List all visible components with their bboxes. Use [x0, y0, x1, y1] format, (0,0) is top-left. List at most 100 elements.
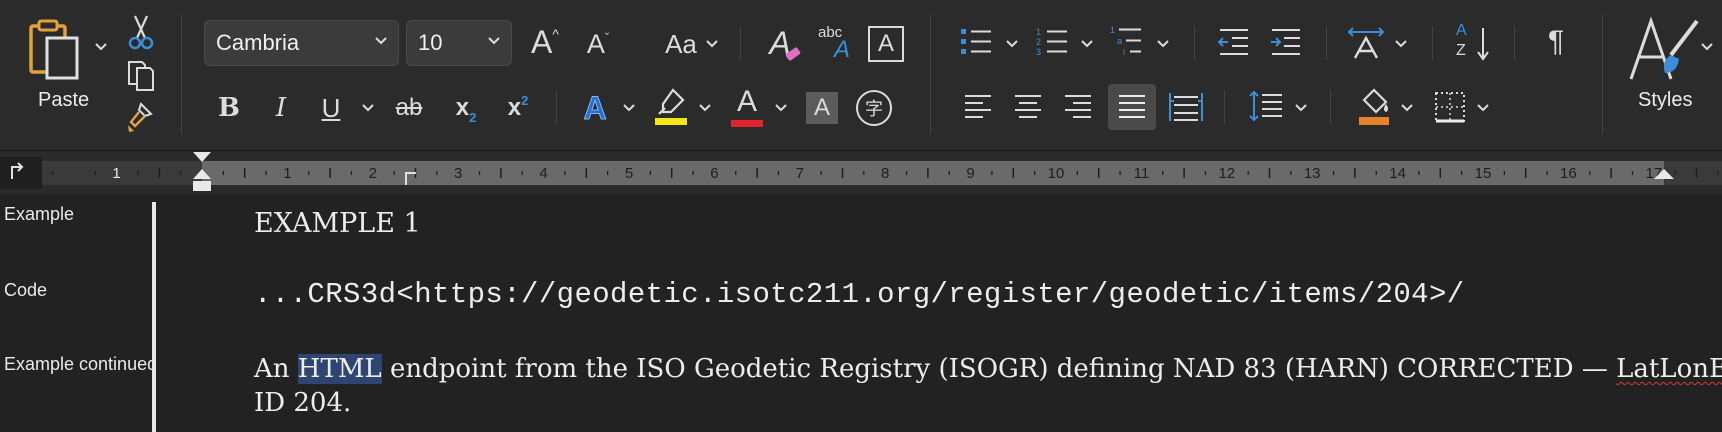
ruler-text-area: [202, 161, 1664, 185]
italic-button[interactable]: I: [262, 88, 300, 128]
document-area[interactable]: Example Code Example continued EXAMPLE 1…: [0, 194, 1722, 432]
ribbon-separator: [740, 26, 741, 60]
ruler-number: 15: [1475, 165, 1492, 182]
numbered-list-icon: 1 2 3: [1036, 27, 1067, 57]
highlighter-icon: [655, 88, 687, 125]
ruler-scale: 1 1 2 3 4 5 6 7 8 9 10 11 12 13 14 15 16 17: [0, 152, 1722, 191]
superscript-icon: x: [507, 94, 522, 121]
font-family-select[interactable]: Cambria: [204, 20, 399, 66]
numbering-button[interactable]: 1 2 3: [1034, 24, 1070, 60]
ribbon-separator: [1432, 26, 1433, 60]
style-name-example[interactable]: Example: [4, 204, 152, 225]
chevron-down-icon: [488, 37, 500, 45]
clear-formatting-button[interactable]: A: [758, 22, 802, 64]
change-case-button[interactable]: Aa: [656, 24, 706, 64]
styles-gallery-button[interactable]: [1626, 14, 1704, 86]
sort-button[interactable]: A Z: [1452, 22, 1492, 64]
borders-chevron-icon[interactable]: [1476, 101, 1490, 115]
subscript-button[interactable]: x2: [446, 88, 486, 128]
character-border-icon: A: [877, 30, 894, 57]
increase-indent-button[interactable]: [1268, 24, 1304, 60]
shading-chevron-icon[interactable]: [1400, 101, 1414, 115]
ruler-number: 3: [454, 165, 462, 182]
cut-button[interactable]: [124, 12, 158, 52]
first-line-indent-marker: [193, 152, 211, 162]
underline-chevron-icon[interactable]: [361, 101, 375, 115]
copy-button[interactable]: [122, 58, 160, 94]
distributed-button[interactable]: [1166, 86, 1206, 128]
text-effects-abc-button[interactable]: abc A: [814, 22, 854, 66]
text-direction-icon: [1347, 27, 1385, 59]
paragraph-line-2: ID 204.: [254, 388, 352, 418]
example-heading[interactable]: EXAMPLE 1: [254, 208, 421, 239]
sort-arrow-icon: [1477, 28, 1489, 61]
ruler-number: 6: [710, 165, 718, 182]
ruler-number: 8: [881, 165, 889, 182]
grow-font-button[interactable]: A ^: [524, 22, 566, 62]
scissors-icon: [128, 15, 154, 50]
left-indent-marker: [193, 181, 211, 191]
character-border-button[interactable]: A: [868, 26, 904, 62]
ribbon-separator: [556, 90, 557, 124]
body-paragraph[interactable]: An HTML endpoint from the ISO Geodetic R…: [254, 352, 1722, 420]
subscript-icon: x: [455, 94, 470, 121]
ribbon-separator: [1224, 90, 1225, 124]
show-formatting-marks-button[interactable]: ¶: [1538, 22, 1574, 62]
decrease-indent-icon: [1218, 29, 1248, 55]
font-size-select[interactable]: 10: [406, 20, 512, 66]
enclose-characters-button[interactable]: 字: [856, 90, 892, 126]
paste-options-chevron-icon[interactable]: [94, 40, 108, 54]
strikethrough-icon: ab: [395, 94, 423, 121]
style-name-example-continued[interactable]: Example continued: [4, 354, 152, 375]
strikethrough-button[interactable]: ab: [388, 88, 430, 128]
style-area-pane: Example Code Example continued: [0, 194, 153, 432]
align-center-button[interactable]: [1010, 88, 1046, 126]
font-color-chevron-icon[interactable]: [774, 101, 788, 115]
shading-button[interactable]: [1354, 84, 1394, 128]
style-name-code[interactable]: Code: [4, 280, 152, 301]
underline-button[interactable]: U: [312, 88, 350, 128]
ruler-number: 10: [1048, 165, 1065, 182]
borders-button[interactable]: [1430, 86, 1470, 128]
ruler-number: 16: [1560, 165, 1577, 182]
justify-button[interactable]: [1108, 84, 1156, 130]
shrink-font-button[interactable]: Aˇ: [578, 24, 618, 64]
paste-label: Paste: [38, 89, 90, 111]
decrease-indent-button[interactable]: [1216, 24, 1252, 60]
bullets-button[interactable]: [958, 24, 994, 60]
format-painter-button[interactable]: [122, 100, 160, 136]
change-case-chevron-icon[interactable]: [705, 37, 719, 51]
bullets-chevron-icon[interactable]: [1005, 37, 1019, 51]
character-shading-button[interactable]: A: [806, 92, 838, 124]
shrink-font-icon: A: [586, 28, 605, 59]
text-effects-chevron-icon[interactable]: [622, 101, 636, 115]
misspelled-word[interactable]: LatLonEHt: [1616, 354, 1722, 384]
text-direction-chevron-icon[interactable]: [1394, 37, 1408, 51]
paste-button[interactable]: [24, 16, 88, 84]
justify-icon: [1119, 95, 1145, 118]
font-color-icon: A: [736, 84, 757, 118]
align-left-button[interactable]: [960, 88, 996, 126]
styles-chevron-icon[interactable]: [1700, 40, 1714, 54]
superscript-button[interactable]: x2: [498, 88, 538, 128]
grow-font-icon: A: [531, 23, 553, 60]
multilevel-chevron-icon[interactable]: [1156, 37, 1170, 51]
numbering-chevron-icon[interactable]: [1080, 37, 1094, 51]
bold-button[interactable]: B: [210, 88, 248, 128]
horizontal-ruler[interactable]: 1 1 2 3 4 5 6 7 8 9 10 11 12 13 14 15 16 17: [0, 150, 1722, 194]
line-spacing-button[interactable]: [1246, 86, 1286, 126]
align-right-button[interactable]: [1060, 88, 1096, 126]
code-paragraph[interactable]: ...CRS3d<https://geodetic.isotc211.org/r…: [254, 278, 1465, 311]
highlight-color-button[interactable]: [650, 84, 692, 128]
font-color-button[interactable]: A: [728, 84, 766, 128]
selected-text[interactable]: HTML: [297, 354, 382, 384]
bold-icon: B: [218, 93, 240, 123]
line-spacing-chevron-icon[interactable]: [1294, 101, 1308, 115]
svg-text:3: 3: [1036, 47, 1041, 57]
style-area-divider[interactable]: [152, 202, 156, 432]
highlight-chevron-icon[interactable]: [698, 101, 712, 115]
multilevel-list-button[interactable]: 1 a i: [1108, 22, 1144, 60]
text-direction-button[interactable]: [1346, 22, 1386, 62]
text-effects-button[interactable]: A: [574, 86, 616, 130]
copy-icon: [128, 61, 154, 91]
